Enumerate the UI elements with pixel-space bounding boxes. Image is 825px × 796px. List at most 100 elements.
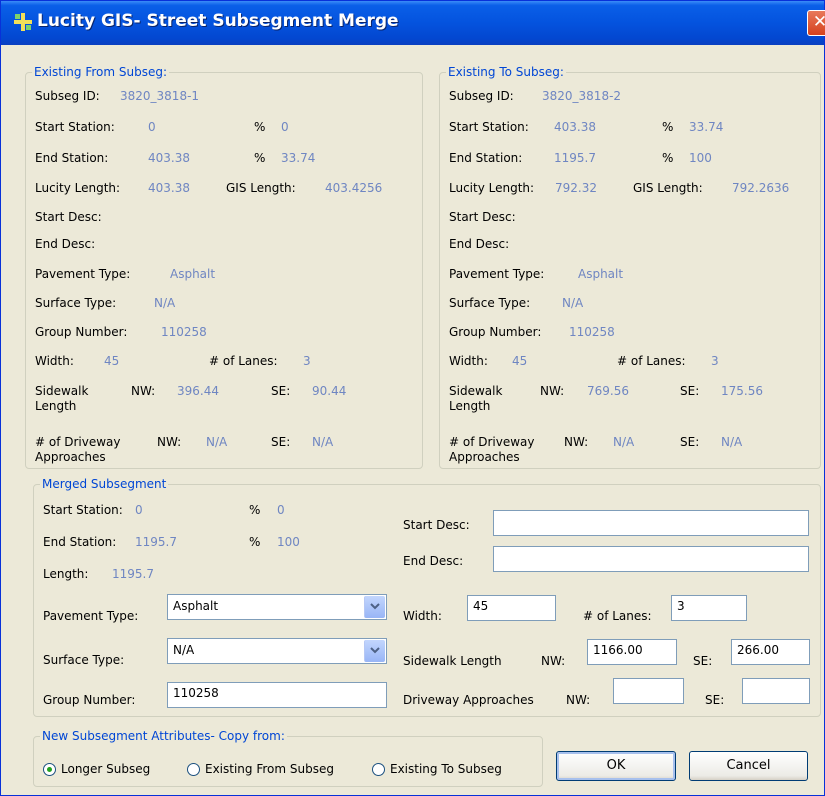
to-driveway-label-2: Approaches <box>449 450 520 464</box>
merged-legend: Merged Subsegment <box>42 477 167 491</box>
merged-driveway-label: Driveway Approaches <box>403 693 534 707</box>
lanes-input[interactable]: 3 <box>671 595 747 621</box>
radio-button[interactable] <box>187 763 200 776</box>
to-driveway-se-label: SE: <box>680 435 700 449</box>
chevron-down-icon <box>370 603 380 610</box>
cancel-button[interactable]: Cancel <box>689 751 808 781</box>
from-surface-label: Surface Type: <box>35 296 117 310</box>
to-pavement-value: Asphalt <box>578 267 624 281</box>
radio-dot <box>47 767 52 772</box>
surface-type-selected: N/A <box>173 643 195 657</box>
merged-start-desc-label: Start Desc: <box>403 518 470 532</box>
surface-type-select[interactable]: N/A <box>167 638 387 664</box>
merged-driveway-nw-label: NW: <box>566 693 591 707</box>
to-width-label: Width: <box>449 354 488 368</box>
from-start-desc-label: Start Desc: <box>35 210 102 224</box>
sidewalk-se-input[interactable]: 266.00 <box>731 639 810 665</box>
from-subseg-id-label: Subseg ID: <box>35 89 100 103</box>
from-width-value: 45 <box>104 354 120 368</box>
to-lanes-label: # of Lanes: <box>617 354 686 368</box>
from-end-station-label: End Station: <box>35 151 109 165</box>
pavement-dropdown-button[interactable] <box>364 596 385 618</box>
from-pavement-label: Pavement Type: <box>35 267 131 281</box>
driveway-nw-input[interactable] <box>613 678 684 704</box>
from-lucity-length-label: Lucity Length: <box>35 181 121 195</box>
merged-start-pct-value: 0 <box>277 503 285 517</box>
merged-group-label: Group Number: <box>43 693 136 707</box>
from-lucity-length-value: 403.38 <box>148 181 190 195</box>
lucity-app-icon <box>14 13 32 31</box>
to-end-station-label: End Station: <box>449 151 523 165</box>
to-sidewalk-nw-value: 769.56 <box>587 384 629 398</box>
from-subseg-id-value: 3820_3818-1 <box>120 89 200 103</box>
to-lucity-length-value: 792.32 <box>555 181 597 195</box>
to-driveway-se-value: N/A <box>721 435 743 449</box>
start-desc-input[interactable] <box>493 510 809 536</box>
from-lanes-label: # of Lanes: <box>209 354 278 368</box>
merged-sidewalk-se-label: SE: <box>693 654 713 668</box>
merged-sidewalk-nw-label: NW: <box>541 654 566 668</box>
to-subseg-id-label: Subseg ID: <box>449 89 514 103</box>
from-end-desc-label: End Desc: <box>35 237 96 251</box>
to-end-station-value: 1195.7 <box>554 151 596 165</box>
pavement-type-select[interactable]: Asphalt <box>167 594 387 620</box>
merged-end-pct-value: 100 <box>277 535 300 549</box>
to-surface-value: N/A <box>562 296 584 310</box>
to-sidewalk-se-value: 175.56 <box>721 384 763 398</box>
merged-length-label: Length: <box>43 567 89 581</box>
merged-end-station-label: End Station: <box>43 535 117 549</box>
from-start-station-value: 0 <box>148 120 156 134</box>
from-sidewalk-se-value: 90.44 <box>312 384 347 398</box>
from-surface-value: N/A <box>154 296 176 310</box>
from-sidewalk-nw-value: 396.44 <box>177 384 219 398</box>
to-subseg-id-value: 3820_3818-2 <box>542 89 622 103</box>
to-driveway-label: # of Driveway <box>449 435 535 449</box>
from-driveway-se-label: SE: <box>271 435 291 449</box>
merged-start-station-label: Start Station: <box>43 503 123 517</box>
from-driveway-label: # of Driveway <box>35 435 121 449</box>
merged-lanes-label: # of Lanes: <box>583 609 652 623</box>
merged-end-pct-label: % <box>249 535 261 549</box>
existing-to-legend: Existing To Subseg: <box>448 65 564 79</box>
radio-button-selected[interactable] <box>43 763 56 776</box>
end-desc-input[interactable] <box>493 546 809 572</box>
to-pavement-label: Pavement Type: <box>449 267 545 281</box>
ok-button[interactable]: OK <box>556 751 676 781</box>
copy-from-legend: New Subsegment Attributes- Copy from: <box>42 729 285 743</box>
to-start-desc-label: Start Desc: <box>449 210 516 224</box>
from-width-label: Width: <box>35 354 74 368</box>
from-driveway-nw-label: NW: <box>157 435 182 449</box>
radio-existing-to-label: Existing To Subseg <box>390 762 502 776</box>
to-sidewalk-nw-label: NW: <box>540 384 565 398</box>
radio-existing-from-label: Existing From Subseg <box>205 762 334 776</box>
merged-length-value: 1195.7 <box>112 567 154 581</box>
merged-width-label: Width: <box>403 609 442 623</box>
group-number-input[interactable]: 110258 <box>167 682 387 708</box>
to-start-station-value: 403.38 <box>554 120 596 134</box>
to-start-pct-label: % <box>662 120 674 134</box>
to-driveway-nw-label: NW: <box>564 435 589 449</box>
from-sidewalk-nw-label: NW: <box>131 384 156 398</box>
to-sidewalk-se-label: SE: <box>680 384 700 398</box>
driveway-se-input[interactable] <box>742 678 810 704</box>
to-driveway-nw-value: N/A <box>613 435 635 449</box>
existing-from-legend: Existing From Subseg: <box>34 65 168 79</box>
copy-from-group: New Subsegment Attributes- Copy from: <box>33 729 543 787</box>
from-start-pct-value: 0 <box>281 120 289 134</box>
to-sidewalk-label: Sidewalk <box>449 384 503 398</box>
close-button[interactable]: ✕ <box>807 10 825 36</box>
to-lucity-length-label: Lucity Length: <box>449 181 535 195</box>
merged-surface-label: Surface Type: <box>43 653 125 667</box>
surface-dropdown-button[interactable] <box>364 640 385 662</box>
radio-button[interactable] <box>372 763 385 776</box>
title-bar[interactable]: Lucity GIS- Street Subsegment Merge ✕ <box>1 1 825 45</box>
from-start-station-label: Start Station: <box>35 120 115 134</box>
from-sidewalk-label-2: Length <box>35 399 77 413</box>
sidewalk-nw-input[interactable]: 1166.00 <box>587 639 677 665</box>
merged-end-desc-label: End Desc: <box>403 554 464 568</box>
merged-driveway-se-label: SE: <box>705 693 725 707</box>
from-gis-length-label: GIS Length: <box>226 181 296 195</box>
from-driveway-se-value: N/A <box>312 435 334 449</box>
width-input[interactable]: 45 <box>467 595 556 621</box>
merged-start-pct-label: % <box>249 503 261 517</box>
